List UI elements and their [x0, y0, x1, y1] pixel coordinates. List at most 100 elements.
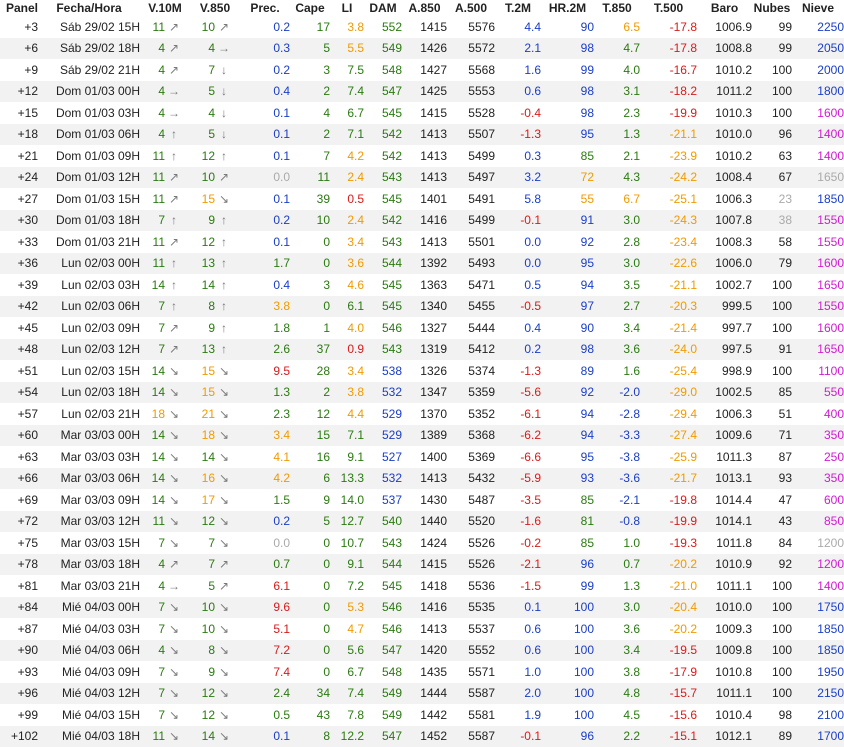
cell-t850: 4.5 [594, 704, 640, 726]
forecast-body: +3Sáb 29/02 15H11↗10↗0.2173.855214155576… [0, 16, 844, 747]
cell-v10m-value: 11 [153, 729, 165, 743]
table-row: +36Lun 02/03 00H11↑13↑1.703.654413925493… [0, 253, 844, 275]
cell-nieve: 400 [792, 403, 844, 425]
cell-baro: 1011.8 [697, 532, 752, 554]
col-header-t2m[interactable]: T.2M [495, 0, 541, 16]
col-header-cape[interactable]: Cape [290, 0, 330, 16]
col-header-t500[interactable]: T.500 [640, 0, 697, 16]
cell-nubes: 100 [752, 618, 792, 640]
cell-t2m: -1.5 [495, 575, 541, 597]
cell-panel: +81 [0, 575, 38, 597]
cell-hr2m: 92 [541, 382, 594, 404]
arrow-n-icon: ↑ [168, 149, 180, 163]
cell-nieve: 2000 [792, 59, 844, 81]
cell-a500: 5535 [447, 597, 495, 619]
col-header-nubes[interactable]: Nubes [752, 0, 792, 16]
cell-a500: 5501 [447, 231, 495, 253]
col-header-t850[interactable]: T.850 [594, 0, 640, 16]
cell-nieve: 1400 [792, 124, 844, 146]
table-row: +96Mié 04/03 12H7↘12↘2.4347.454914445587… [0, 683, 844, 705]
cell-cape: 4 [290, 102, 330, 124]
arrow-n-icon: ↑ [218, 149, 230, 163]
cell-a850: 1413 [402, 231, 447, 253]
cell-t500: -23.4 [640, 231, 697, 253]
cell-fecha: Mié 04/03 09H [38, 661, 140, 683]
arrow-n-icon: ↑ [168, 213, 180, 227]
cell-v850: 12↘ [190, 704, 240, 726]
cell-t850: 2.8 [594, 231, 640, 253]
cell-hr2m: 85 [541, 145, 594, 167]
arrow-e-icon: → [168, 106, 180, 120]
cell-baro: 1009.8 [697, 640, 752, 662]
table-row: +63Mar 03/03 03H14↘14↘4.1169.15271400536… [0, 446, 844, 468]
cell-li: 4.0 [330, 317, 364, 339]
col-header-v850[interactable]: V.850 [190, 0, 240, 16]
cell-li: 3.6 [330, 253, 364, 275]
cell-nieve: 1700 [792, 726, 844, 747]
col-header-hr2m[interactable]: HR.2M [541, 0, 594, 16]
cell-v10m: 4→ [140, 102, 190, 124]
cell-t500: -24.0 [640, 339, 697, 361]
cell-t850: 3.4 [594, 640, 640, 662]
col-header-a500[interactable]: A.500 [447, 0, 495, 16]
cell-a500: 5587 [447, 683, 495, 705]
cell-fecha: Lun 02/03 09H [38, 317, 140, 339]
cell-v850: 12↑ [190, 231, 240, 253]
cell-prec: 0.1 [240, 231, 290, 253]
col-header-a850[interactable]: A.850 [402, 0, 447, 16]
cell-nieve: 1550 [792, 210, 844, 232]
cell-hr2m: 98 [541, 102, 594, 124]
cell-v850: 9↑ [190, 210, 240, 232]
cell-nieve: 1200 [792, 532, 844, 554]
col-header-nieve[interactable]: Nieve [792, 0, 844, 16]
col-header-dam[interactable]: DAM [364, 0, 402, 16]
cell-v10m: 4→ [140, 575, 190, 597]
cell-li: 10.7 [330, 532, 364, 554]
cell-v10m: 14↘ [140, 489, 190, 511]
cell-panel: +12 [0, 81, 38, 103]
cell-v10m: 4↑ [140, 124, 190, 146]
cell-a850: 1389 [402, 425, 447, 447]
cell-nieve: 1850 [792, 188, 844, 210]
cell-t500: -16.7 [640, 59, 697, 81]
arrow-se-icon: ↘ [218, 708, 230, 722]
cell-t500: -19.9 [640, 102, 697, 124]
cell-cape: 3 [290, 274, 330, 296]
cell-hr2m: 100 [541, 661, 594, 683]
cell-cape: 5 [290, 38, 330, 60]
cell-a500: 5368 [447, 425, 495, 447]
cell-hr2m: 96 [541, 554, 594, 576]
cell-v850-value: 14 [202, 278, 215, 292]
col-header-v10m[interactable]: V.10M [140, 0, 190, 16]
cell-t2m: 0.4 [495, 317, 541, 339]
cell-t500: -19.3 [640, 532, 697, 554]
arrow-n-icon: ↑ [218, 299, 230, 313]
cell-dam: 543 [364, 532, 402, 554]
cell-baro: 1007.8 [697, 210, 752, 232]
cell-v10m-value: 7 [158, 342, 165, 356]
cell-v10m-value: 11 [153, 514, 165, 528]
cell-t500: -23.9 [640, 145, 697, 167]
cell-dam: 529 [364, 425, 402, 447]
cell-t500: -25.1 [640, 188, 697, 210]
cell-fecha: Mar 03/03 18H [38, 554, 140, 576]
cell-nubes: 84 [752, 532, 792, 554]
cell-a850: 1452 [402, 726, 447, 747]
cell-baro: 1011.2 [697, 81, 752, 103]
col-header-prec[interactable]: Prec. [240, 0, 290, 16]
arrow-s-icon: ↓ [218, 84, 230, 98]
col-header-li[interactable]: LI [330, 0, 364, 16]
arrow-se-icon: ↘ [218, 493, 230, 507]
cell-prec: 9.5 [240, 360, 290, 382]
cell-t2m: -0.1 [495, 210, 541, 232]
cell-t2m: -6.1 [495, 403, 541, 425]
col-header-fecha[interactable]: Fecha/Hora [38, 0, 140, 16]
cell-t2m: -1.6 [495, 511, 541, 533]
col-header-panel[interactable]: Panel [0, 0, 38, 16]
cell-v10m: 11↑ [140, 253, 190, 275]
cell-fecha: Mié 04/03 18H [38, 726, 140, 747]
col-header-baro[interactable]: Baro [697, 0, 752, 16]
cell-fecha: Mié 04/03 12H [38, 683, 140, 705]
cell-cape: 2 [290, 382, 330, 404]
cell-prec: 0.2 [240, 59, 290, 81]
